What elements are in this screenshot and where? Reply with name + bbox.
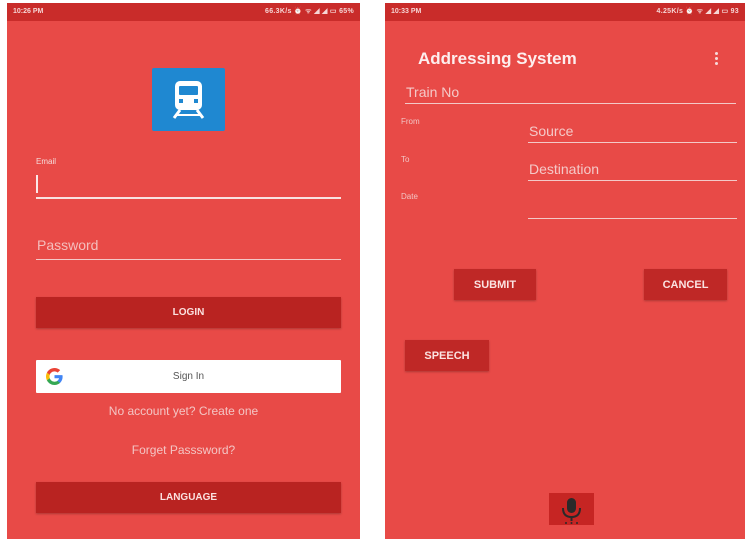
email-label: Email: [36, 157, 57, 166]
from-label: From: [401, 117, 420, 126]
status-time: 10:33 PM: [391, 8, 422, 15]
destination-placeholder: Destination: [529, 161, 600, 177]
status-indicators: 66.3K/s ⏰ ᯤ ◢ ◢ ▭ 65%: [265, 8, 354, 15]
google-sign-in-button[interactable]: Sign In: [36, 360, 341, 393]
train-no-placeholder: Train No: [406, 84, 460, 100]
microphone-icon: [562, 498, 581, 524]
text-cursor: [36, 175, 38, 193]
source-underline: [528, 142, 737, 143]
email-underline: [36, 197, 341, 199]
train-no-input[interactable]: Train No: [405, 81, 736, 105]
status-time: 10:26 PM: [13, 8, 44, 15]
destination-input[interactable]: Destination: [528, 159, 737, 183]
train-no-underline: [405, 103, 736, 104]
status-bar: 10:33 PM 4.25K/s ⏰ ᯤ ◢ ◢ ▭ 93: [385, 3, 745, 21]
microphone-button[interactable]: [549, 493, 594, 525]
cancel-button[interactable]: CANCEL: [644, 269, 727, 300]
date-underline: [528, 218, 737, 219]
status-indicators: 4.25K/s ⏰ ᯤ ◢ ◢ ▭ 93: [656, 8, 739, 15]
password-placeholder: Password: [37, 237, 99, 253]
create-account-link[interactable]: No account yet? Create one: [7, 404, 360, 418]
train-icon: [172, 81, 205, 119]
destination-underline: [528, 180, 737, 181]
addressing-screen: 10:33 PM 4.25K/s ⏰ ᯤ ◢ ◢ ▭ 93 Addressing…: [385, 3, 745, 539]
google-sign-in-label: Sign In: [172, 371, 205, 382]
forget-password-link[interactable]: Forget Passsword?: [7, 443, 360, 457]
speech-button[interactable]: SPEECH: [405, 340, 489, 371]
password-underline: [36, 259, 341, 260]
app-logo: [152, 68, 225, 131]
login-screen: 10:26 PM 66.3K/s ⏰ ᯤ ◢ ◢ ▭ 65% Email Pas…: [7, 3, 360, 539]
source-input[interactable]: Source: [528, 121, 737, 145]
submit-button[interactable]: SUBMIT: [454, 269, 536, 300]
overflow-menu-icon[interactable]: [712, 52, 720, 68]
date-input[interactable]: [528, 197, 737, 221]
status-bar: 10:26 PM 66.3K/s ⏰ ᯤ ◢ ◢ ▭ 65%: [7, 3, 360, 21]
login-button[interactable]: LOGIN: [36, 297, 341, 328]
source-placeholder: Source: [529, 123, 574, 139]
to-label: To: [401, 155, 410, 164]
language-button[interactable]: LANGUAGE: [36, 482, 341, 513]
email-field[interactable]: [36, 171, 341, 199]
date-label: Date: [401, 192, 418, 201]
password-field[interactable]: Password: [36, 233, 341, 261]
app-title: Addressing System: [418, 49, 577, 68]
